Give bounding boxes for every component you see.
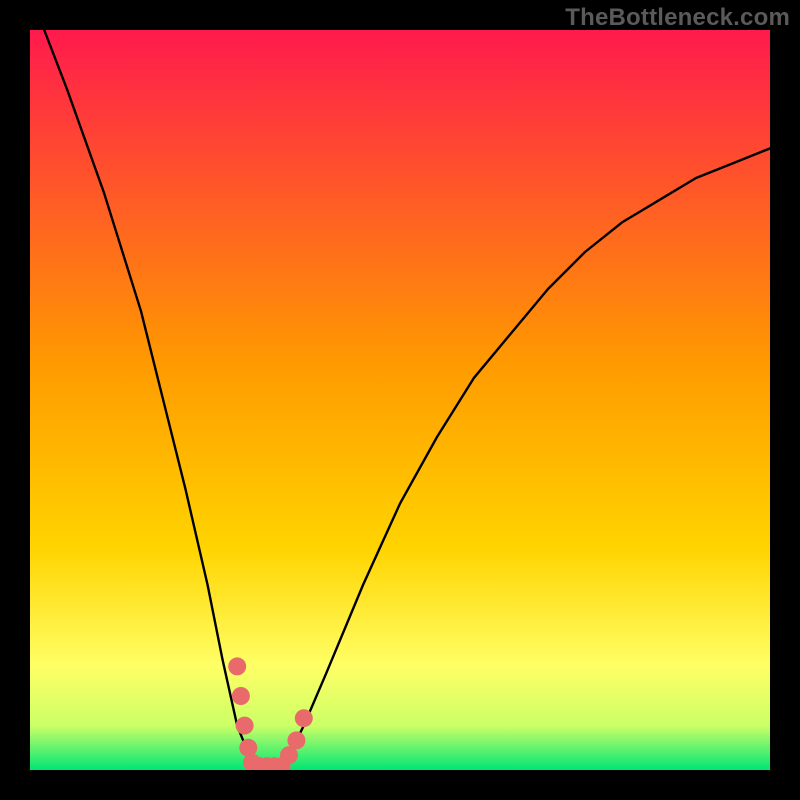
outer-frame: TheBottleneck.com	[0, 0, 800, 800]
gradient-bg	[30, 30, 770, 770]
highlight-dot	[232, 687, 250, 705]
highlight-dot	[287, 731, 305, 749]
watermark-text: TheBottleneck.com	[565, 4, 790, 32]
chart-svg	[30, 30, 770, 770]
highlight-dot	[295, 709, 313, 727]
highlight-dot	[236, 717, 254, 735]
plot-area	[30, 30, 770, 770]
highlight-dot	[228, 657, 246, 675]
